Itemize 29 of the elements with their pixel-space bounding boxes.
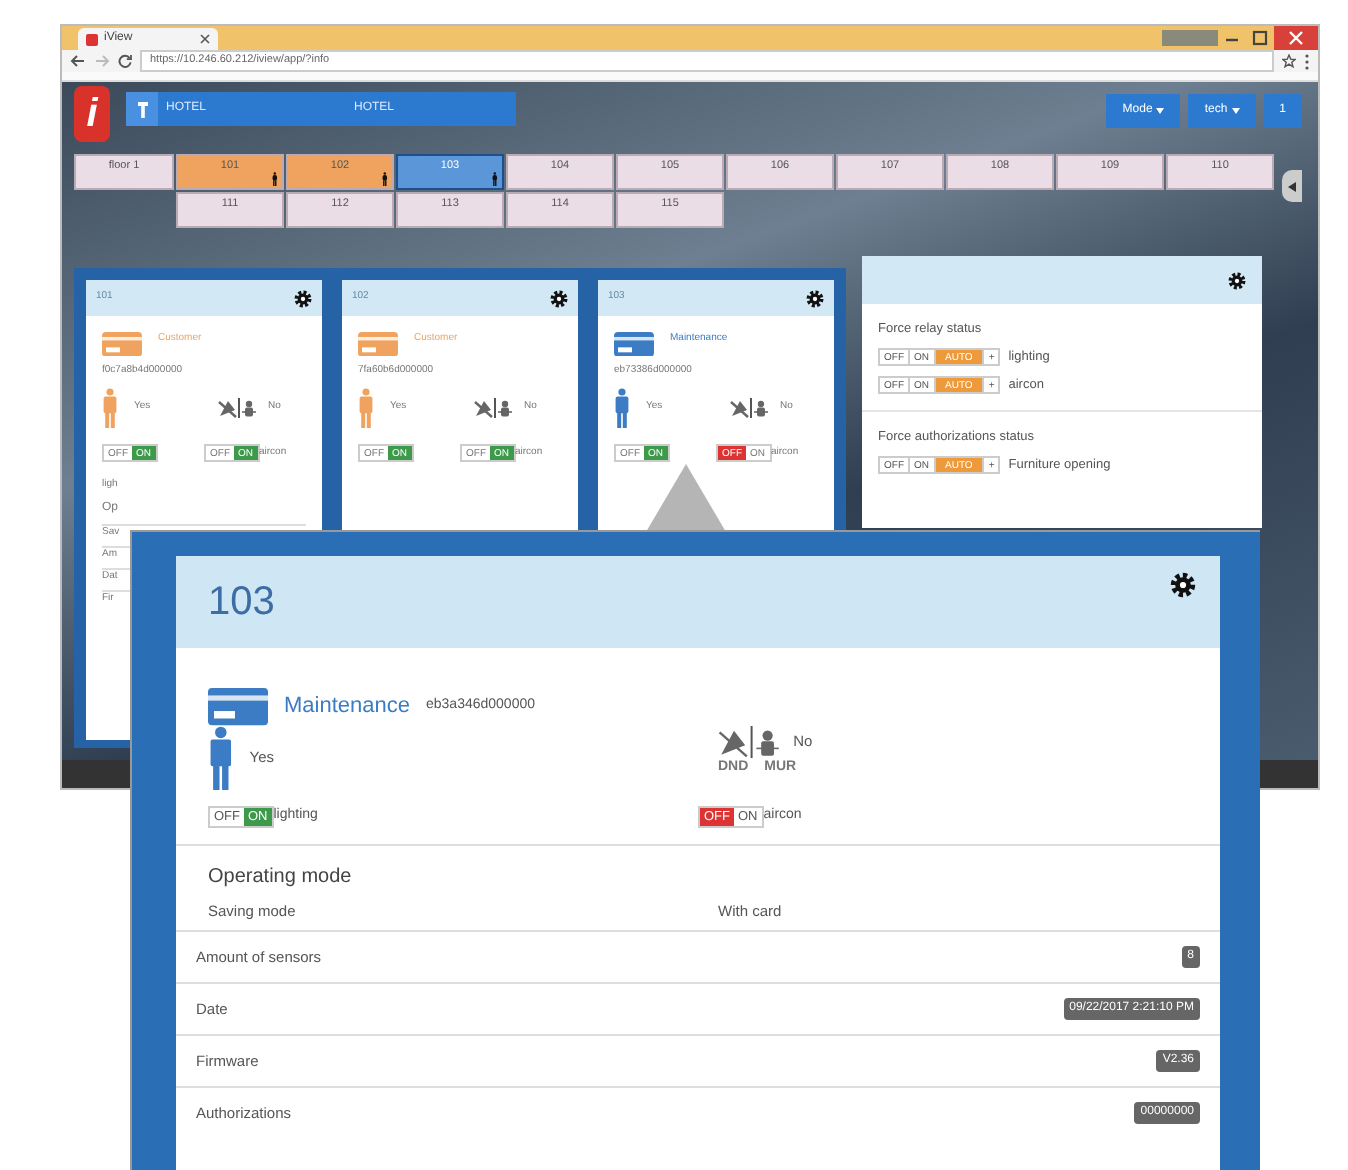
- caret-icon: [1231, 108, 1240, 114]
- person-icon: [358, 387, 374, 428]
- star-icon[interactable]: [1282, 54, 1296, 68]
- caret-icon: [1156, 108, 1165, 114]
- menu-icon[interactable]: [1304, 53, 1310, 69]
- section-title: Operating mode: [208, 864, 354, 893]
- close-icon[interactable]: [1274, 26, 1318, 50]
- callout-pointer: [646, 464, 726, 532]
- collapse-button[interactable]: [1282, 170, 1302, 202]
- person-icon: [102, 387, 118, 428]
- settings-icon[interactable]: [1228, 271, 1246, 289]
- dnd-mur-icon: [474, 397, 516, 418]
- dnd-mur-icon: [730, 397, 772, 418]
- close-icon[interactable]: [200, 34, 210, 44]
- favicon-icon: [86, 33, 98, 45]
- settings-icon[interactable]: [294, 289, 312, 307]
- back-icon[interactable]: [70, 54, 86, 68]
- card-type-label: Maintenance: [284, 692, 410, 723]
- pin-icon: [137, 101, 147, 117]
- settings-icon[interactable]: [1170, 572, 1196, 598]
- person-icon: [614, 387, 630, 428]
- app-logo: i: [74, 86, 110, 142]
- pin-button[interactable]: [126, 92, 158, 126]
- reload-icon[interactable]: [118, 54, 132, 68]
- arrow-left-icon: [1288, 181, 1296, 191]
- person-icon: [208, 725, 234, 790]
- dnd-mur-icon: [218, 397, 260, 418]
- settings-icon[interactable]: [550, 289, 568, 307]
- settings-icon[interactable]: [806, 289, 824, 307]
